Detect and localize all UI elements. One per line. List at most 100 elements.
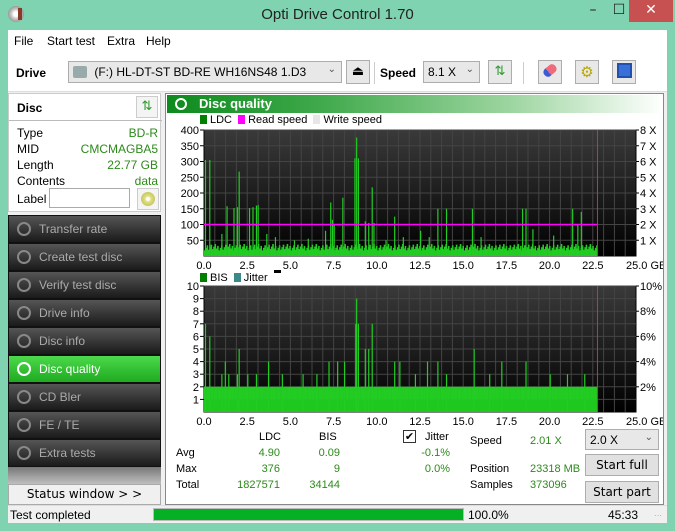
disc-quality-panel: Disc quality LDC Read speed Write speed …: [165, 93, 664, 505]
data-spike: [394, 216, 396, 256]
erase-icon: [541, 62, 559, 79]
x-tick-label: 2.5: [240, 416, 255, 428]
disc-mid-value: CMCMAGBA5: [80, 142, 158, 156]
sidebar-item-cd-bler[interactable]: CD Bler: [8, 383, 161, 411]
disc-icon: [17, 222, 31, 236]
disc-refresh-button[interactable]: ⇅: [136, 96, 158, 118]
x-tick-label: 22.5: [582, 260, 603, 272]
save-button[interactable]: [612, 60, 636, 84]
data-spike: [525, 208, 527, 256]
sidebar-item-transfer-rate[interactable]: Transfer rate: [8, 215, 161, 243]
disc-type-value: BD-R: [128, 126, 158, 140]
sidebar-item-disc-quality[interactable]: Disc quality: [8, 355, 161, 383]
data-spike: [428, 237, 430, 256]
refresh-button[interactable]: ⇅: [488, 60, 512, 84]
data-spike: [238, 171, 240, 256]
y2-tick-label: 3 X: [640, 204, 657, 216]
data-spike: [209, 336, 211, 412]
label-key: Label: [17, 192, 47, 206]
data-spike: [266, 233, 268, 256]
eject-button[interactable]: ⏏: [346, 60, 370, 84]
speed-label: Speed: [380, 66, 417, 80]
data-spike: [414, 374, 417, 412]
y2-tick-label: 4 X: [640, 188, 657, 200]
data-spike: [364, 349, 366, 412]
start-part-button[interactable]: Start part: [585, 481, 659, 503]
window-title: Opti Drive Control 1.70: [261, 6, 414, 23]
max-label: Max: [176, 463, 197, 475]
settings-button[interactable]: ⚙: [575, 60, 599, 84]
sidebar-item-create-test-disc[interactable]: Create test disc: [8, 243, 161, 271]
y2-tick-label: 2%: [640, 382, 656, 394]
sidebar-item-label: FE / TE: [39, 418, 80, 432]
data-spike: [354, 158, 356, 256]
minimize-button[interactable]: –: [580, 0, 606, 22]
label-input[interactable]: [49, 188, 130, 208]
avg-bis: 0.09: [318, 447, 340, 459]
data-spike: [489, 374, 491, 412]
menu-file[interactable]: File: [14, 34, 33, 48]
erase-button[interactable]: [538, 60, 562, 84]
disc-icon: [17, 278, 31, 292]
sidebar-item-label: Transfer rate: [39, 222, 108, 236]
title-bar: Opti Drive Control 1.70 – ☐ ✕: [0, 0, 675, 30]
save-icon: [616, 63, 632, 78]
samples-label: Samples: [470, 479, 513, 491]
data-spike: [521, 208, 524, 256]
disc-length-value: 22.77 GB: [107, 158, 158, 172]
x-tick-label: 17.5: [496, 260, 517, 272]
y2-tick-label: 6 X: [640, 157, 657, 169]
data-spike: [293, 240, 296, 256]
data-spike: [221, 233, 223, 256]
y-tick-label: 300: [181, 157, 199, 169]
y-tick-label: 6: [193, 331, 199, 343]
test-speed-select[interactable]: 2.0 X ⌄: [585, 429, 659, 450]
jitter-header: Jitter: [425, 431, 449, 443]
samples-value: 373096: [530, 479, 567, 491]
sidebar-item-label: Verify test disc: [39, 278, 117, 292]
sidebar-item-verify-test-disc[interactable]: Verify test disc: [8, 271, 161, 299]
disc-icon: [17, 390, 31, 404]
refresh-icon: ⇅: [494, 64, 506, 79]
settings-icon: ⚙: [580, 63, 594, 81]
speed-select[interactable]: 8.1 X ⌄: [423, 61, 480, 83]
toolbar: Drive (F:) HL-DT-ST BD-RE WH16NS48 1.D3 …: [8, 52, 667, 92]
disc-mid-key: MID: [17, 142, 39, 156]
jitter-checkbox[interactable]: ✔: [403, 430, 416, 443]
x-tick-label: 22.5: [582, 416, 603, 428]
data-spike: [257, 204, 259, 256]
resize-grip-icon[interactable]: ⋯: [654, 511, 662, 520]
data-spike: [501, 361, 503, 412]
y-tick-label: 9: [193, 294, 199, 306]
sidebar-item-label: Disc info: [39, 334, 86, 348]
chevron-down-icon: ⌄: [644, 432, 653, 443]
elapsed-time: 45:33: [608, 508, 639, 522]
menu-help[interactable]: Help: [146, 34, 171, 48]
data-spike: [356, 298, 358, 412]
menu-start-test[interactable]: Start test: [47, 34, 95, 48]
sidebar-nav: Transfer rate Create test disc Verify te…: [8, 215, 161, 491]
menu-extra[interactable]: Extra: [107, 34, 135, 48]
status-window-button[interactable]: Status window > >: [8, 484, 161, 505]
max-ldc: 376: [261, 463, 280, 475]
disc-label-button[interactable]: [137, 188, 159, 210]
sidebar-item-extra-tests[interactable]: Extra tests: [8, 439, 161, 467]
sidebar-item-fe-te[interactable]: FE / TE: [8, 411, 161, 439]
eject-icon: ⏏: [351, 64, 365, 79]
data-spike: [371, 187, 373, 256]
x-tick-label: 10.0: [366, 260, 387, 272]
x-tick-label: 20.0: [539, 416, 560, 428]
x-tick-label: 7.5: [326, 416, 341, 428]
x-tick-label: 0.0: [196, 416, 211, 428]
close-button[interactable]: ✕: [629, 0, 673, 22]
status-bar: Test completed 100.0% 45:33 ⋯: [8, 505, 667, 523]
start-full-button[interactable]: Start full: [585, 454, 659, 476]
sidebar-item-label: Drive info: [39, 306, 90, 320]
drive-select[interactable]: (F:) HL-DT-ST BD-RE WH16NS48 1.D3 ⌄: [68, 61, 342, 83]
max-bis: 9: [333, 463, 340, 475]
avg-ldc: 4.90: [258, 447, 280, 459]
sidebar-item-drive-info[interactable]: Drive info: [8, 299, 161, 327]
data-spike: [445, 208, 448, 256]
sidebar-item-disc-info[interactable]: Disc info: [8, 327, 161, 355]
chevron-down-icon: ⌄: [327, 64, 336, 75]
